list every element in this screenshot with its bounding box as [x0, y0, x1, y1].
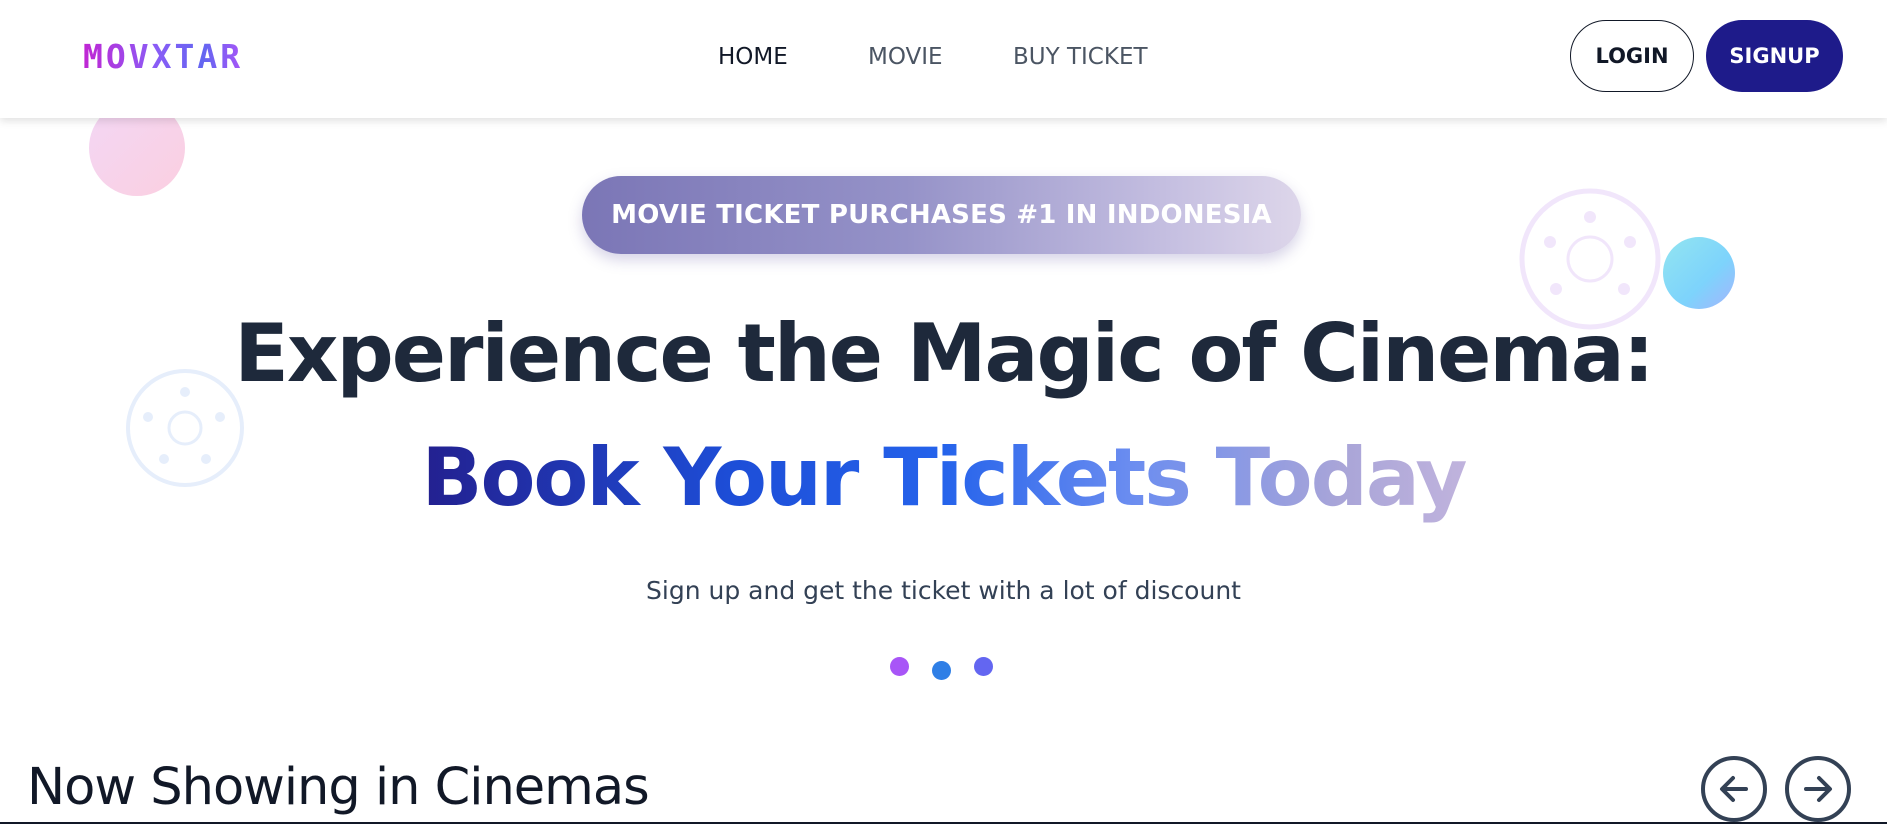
carousel-dot[interactable]: [974, 657, 993, 676]
carousel-indicators: [0, 657, 1887, 681]
now-showing-title: Now Showing in Cinemas: [27, 758, 650, 817]
login-button[interactable]: LOGIN: [1570, 20, 1694, 92]
arrow-left-icon: [1720, 776, 1748, 802]
carousel-dot[interactable]: [890, 657, 909, 676]
hero-badge: MOVIE TICKET PURCHASES #1 IN INDONESIA: [582, 176, 1301, 254]
hero-subtitle-text: Book Your Tickets Today: [421, 431, 1467, 524]
decorative-cyan-circle: [1663, 237, 1735, 309]
arrow-right-icon: [1804, 776, 1832, 802]
signup-button[interactable]: SIGNUP: [1706, 20, 1843, 92]
carousel-next-button[interactable]: [1785, 756, 1851, 822]
nav-link-buy-ticket[interactable]: BUY TICKET: [1013, 36, 1148, 78]
carousel-dot-active[interactable]: [932, 661, 951, 680]
nav-link-movie[interactable]: MOVIE: [868, 36, 943, 78]
carousel-prev-button[interactable]: [1701, 756, 1767, 822]
hero-subtitle: Book Your Tickets Today: [0, 428, 1887, 528]
brand-logo[interactable]: MOVXTAR: [83, 36, 243, 78]
hero-title: Experience the Magic of Cinema:: [234, 307, 1655, 400]
nav-link-home[interactable]: HOME: [718, 36, 788, 78]
navbar: MOVXTAR HOME MOVIE BUY TICKET LOGIN SIGN…: [0, 0, 1887, 118]
hero-tagline: Sign up and get the ticket with a lot of…: [646, 576, 1241, 605]
